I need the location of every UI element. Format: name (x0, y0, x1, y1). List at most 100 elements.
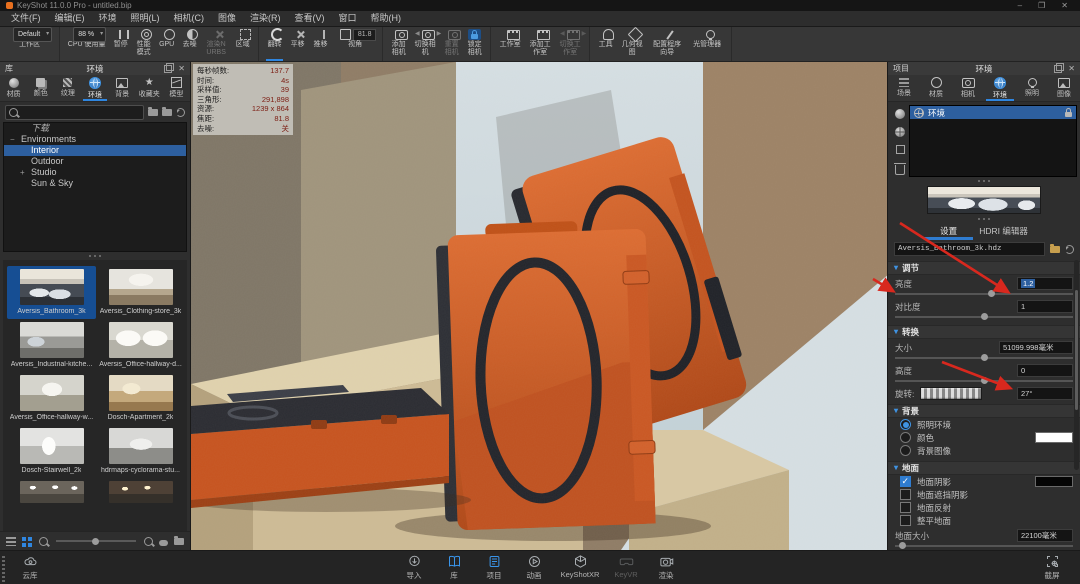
add-environment-icon[interactable] (895, 109, 905, 119)
menu-lighting[interactable]: 照明(L) (124, 11, 167, 26)
checkbox-icon[interactable] (900, 515, 911, 526)
configurator-wizard-button[interactable]: 配置程序向导 (647, 27, 687, 61)
workspace-dropdown[interactable]: Default 工作区 (4, 27, 55, 61)
pan-button[interactable]: 平移 (286, 27, 309, 61)
tab-material[interactable]: 材质 (920, 75, 952, 101)
slider-handle[interactable] (92, 538, 99, 545)
slider-handle[interactable] (981, 354, 988, 361)
fov-control[interactable]: 81.8 视角 (332, 27, 378, 61)
performance-mode-button[interactable]: 性能模式 (132, 27, 155, 61)
thumbnail-size-slider[interactable] (56, 540, 136, 542)
ground-occlusion-option[interactable]: 地面遮挡阴影 (888, 488, 1080, 501)
size-field[interactable]: 51099.998毫米 (999, 341, 1073, 354)
ground-size-field[interactable]: 22100毫米 (1017, 529, 1073, 542)
delete-environment-icon[interactable] (895, 165, 905, 175)
reload-file-icon[interactable] (1065, 245, 1074, 254)
height-slider[interactable] (895, 377, 1073, 385)
thumb-aversis-office-hallway-w[interactable]: Aversis_Office-hallway-w... (7, 372, 96, 425)
environment-list-item[interactable]: 环境 (910, 106, 1076, 119)
thumb-dosch-stairwell[interactable]: Dosch-Stairwell_2k (7, 425, 96, 478)
flatten-ground-option[interactable]: 整平地面 (888, 514, 1080, 527)
thumb-aversis-industrial-kitchen[interactable]: Aversis_Industrial-kitche... (7, 319, 96, 372)
hdri-preview[interactable] (927, 186, 1041, 214)
thumb-aversis-bathroom[interactable]: Aversis_Bathroom_3k (7, 266, 96, 319)
tree-item-environments[interactable]: −Environments (4, 134, 186, 145)
tab-lighting[interactable]: 照明 (1016, 75, 1048, 101)
height-field[interactable]: 0 (1017, 364, 1073, 377)
menu-help[interactable]: 帮助(H) (364, 11, 409, 26)
library-search-box[interactable] (5, 105, 144, 120)
denoise-button[interactable]: 去噪 (178, 27, 201, 61)
menu-camera[interactable]: 相机(C) (167, 11, 212, 26)
add-camera-button[interactable]: 添加相机 (387, 27, 410, 61)
minimize-button[interactable]: – (1018, 0, 1022, 11)
geometry-view-button[interactable]: 几何视图 (617, 27, 647, 61)
close-panel-icon[interactable]: ✕ (178, 65, 185, 73)
checkbox-icon[interactable] (900, 489, 911, 500)
checkbox-checked-icon[interactable] (900, 476, 911, 487)
tab-models[interactable]: 模型 (163, 75, 190, 101)
tab-colors[interactable]: 颜色 (27, 75, 54, 101)
reset-camera-button[interactable]: 重置相机 (440, 27, 463, 61)
screenshot-button[interactable]: 截屏 (1032, 551, 1072, 584)
ribbon-drag-handle[interactable] (2, 556, 5, 582)
tab-materials[interactable]: 材质 (0, 75, 27, 101)
thumb-aversis-office-hallway-d[interactable]: Aversis_Office-hallway-d... (96, 319, 185, 372)
tab-scene[interactable]: 场景 (888, 75, 920, 101)
ground-shadow-swatch[interactable] (1035, 476, 1073, 487)
panel-splitter[interactable] (888, 177, 1080, 185)
menu-render[interactable]: 渲染(R) (243, 11, 288, 26)
checkbox-icon[interactable] (900, 502, 911, 513)
duplicate-environment-icon[interactable] (896, 145, 905, 154)
tools-button[interactable]: 工具 (594, 27, 617, 61)
dolly-button[interactable]: 推移 (309, 27, 332, 61)
gpu-button[interactable]: GPU (155, 27, 178, 61)
tab-image[interactable]: 图像 (1048, 75, 1080, 101)
cpu-usage-value[interactable]: 88 % (73, 27, 106, 42)
tab-favorites[interactable]: ★收藏夹 (136, 75, 163, 101)
subtab-settings[interactable]: 设置 (938, 225, 959, 237)
pause-button[interactable]: 暂停 (109, 27, 132, 61)
open-file-icon[interactable] (1050, 246, 1060, 253)
cloud-library-button[interactable]: 云库 (10, 551, 50, 584)
close-button[interactable]: ✕ (1061, 0, 1068, 11)
import-folder-icon[interactable] (162, 109, 172, 116)
menu-image[interactable]: 图像 (211, 11, 243, 26)
tree-item-interior[interactable]: Interior (4, 145, 186, 156)
panel-splitter[interactable] (888, 215, 1080, 223)
tree-item-outdoor[interactable]: Outdoor (4, 156, 186, 167)
menu-edit[interactable]: 编辑(E) (48, 11, 92, 26)
upload-icon[interactable] (159, 540, 168, 546)
prev-camera-arrow[interactable]: ◀ (415, 29, 420, 40)
tree-item-studio[interactable]: +Studio (4, 167, 186, 178)
ground-shadow-option[interactable]: 地面阴影 (888, 475, 1080, 488)
radio-off-icon[interactable] (900, 445, 911, 456)
slider-handle[interactable] (981, 313, 988, 320)
panel-scrollbar[interactable] (1074, 260, 1079, 470)
tumble-button[interactable]: 翻转 (263, 27, 286, 61)
bg-image-option[interactable]: 背景图像 (888, 444, 1080, 457)
bg-color-swatch[interactable] (1035, 432, 1073, 443)
bg-color-option[interactable]: 颜色 (888, 431, 1080, 444)
menu-file[interactable]: 文件(F) (4, 11, 48, 26)
slider-handle[interactable] (899, 542, 906, 549)
tab-environments[interactable]: 环境 (81, 75, 108, 101)
undock-icon[interactable] (1054, 65, 1062, 73)
menu-environment[interactable]: 环境 (92, 11, 124, 26)
slider-handle[interactable] (988, 290, 995, 297)
switch-camera-button[interactable]: ◀▶ 切换相机 (410, 27, 440, 61)
ground-reflection-option[interactable]: 地面反射 (888, 501, 1080, 514)
environment-filename-field[interactable]: Aversis_Bathroom_3k.hdz (894, 242, 1045, 256)
switch-studio-button[interactable]: ◀▶ 切换工作室 (555, 27, 585, 61)
brightness-field[interactable]: 1.2 (1017, 277, 1073, 290)
tree-item-sun-sky[interactable]: Sun & Sky (4, 178, 186, 189)
animation-button[interactable]: 动画 (514, 551, 554, 584)
library-toggle-button[interactable]: 库 (434, 551, 474, 584)
brightness-slider[interactable] (895, 290, 1073, 298)
tab-textures[interactable]: 纹理 (54, 75, 81, 101)
keyshotxr-button[interactable]: KeyShotXR (554, 551, 606, 584)
section-background[interactable]: ▾背景 (888, 404, 1080, 418)
workspace-value[interactable]: Default (13, 27, 52, 42)
radio-off-icon[interactable] (900, 432, 911, 443)
tab-environment[interactable]: 环境 (984, 75, 1016, 101)
